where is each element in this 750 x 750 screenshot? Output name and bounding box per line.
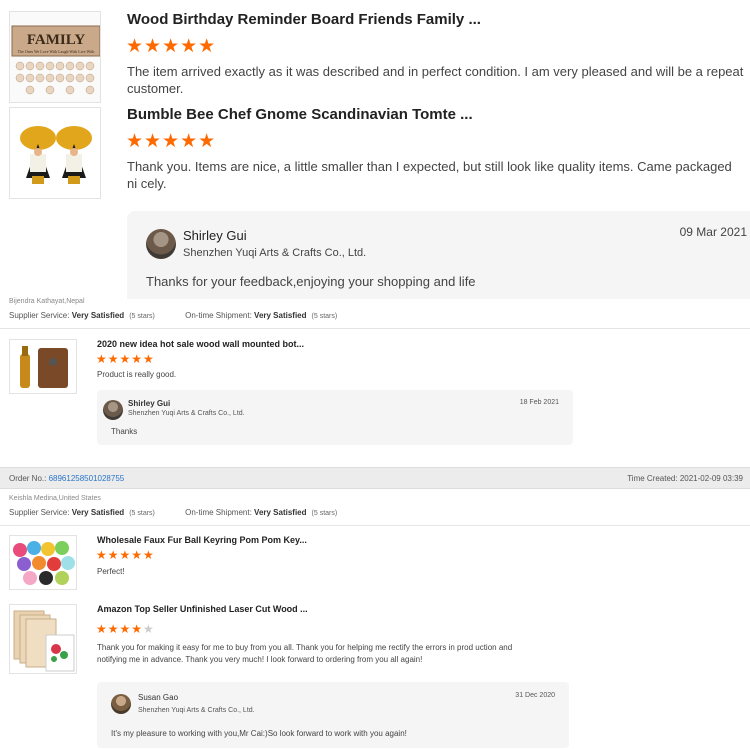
product-title[interactable]: Wholesale Faux Fur Ball Keyring Pom Pom …: [97, 535, 307, 545]
reply-company: Shenzhen Yuqi Arts & Crafts Co., Ltd.: [128, 410, 245, 417]
divider: [0, 525, 750, 526]
supplier-service-label: Supplier Service:: [9, 508, 70, 517]
review-text: Perfect!: [97, 567, 125, 576]
order-number-label: Order No.:: [9, 474, 47, 483]
order-number-link[interactable]: 68961258501028755: [49, 474, 125, 483]
supplier-reply: Shirley Gui Shenzhen Yuqi Arts & Crafts …: [127, 211, 750, 299]
product-thumbnail-bottle-opener[interactable]: [9, 339, 77, 394]
reply-date: 18 Feb 2021: [519, 399, 559, 406]
review-text: Thank you for making it easy for me to b…: [97, 643, 513, 664]
star-rating: ★★★★★: [126, 131, 217, 152]
supplier-service-value: Very Satisfied: [71, 311, 125, 320]
reply-author: Shirley Gui: [128, 399, 171, 408]
star-rating-empty: ★: [143, 622, 154, 636]
order-number: Order No.: 68961258501028755: [9, 474, 124, 483]
avatar: [103, 400, 123, 420]
star-rating: ★★★★★: [96, 548, 155, 562]
star-rating: ★★★★★: [96, 622, 154, 636]
supplier-service-label: Supplier Service:: [9, 311, 70, 320]
shipment-value: Very Satisfied: [254, 311, 307, 320]
shipment-label: On-time Shipment:: [185, 508, 252, 517]
product-title[interactable]: Bumble Bee Chef Gnome Scandinavian Tomte…: [127, 106, 473, 123]
family-board-image: FAMILY The Ones We Love With Laugh With …: [11, 25, 100, 95]
reply-company: Shenzhen Yuqi Arts & Crafts Co., Ltd.: [138, 707, 255, 714]
reply-company: Shenzhen Yuqi Arts & Crafts Co., Ltd.: [183, 247, 367, 259]
gnome-image: [10, 108, 100, 198]
pom-pom-image: [10, 536, 76, 589]
service-ratings: Supplier Service: Very Satisfied (5 stars…: [9, 311, 337, 320]
reply-text: Thanks: [111, 427, 138, 436]
supplier-service-stars: (5 stars): [129, 313, 155, 320]
reply-date: 09 Mar 2021: [679, 225, 747, 239]
star-rating: ★★★★★: [126, 36, 217, 57]
shipment-value: Very Satisfied: [254, 508, 307, 517]
zoomed-review-section: FAMILY The Ones We Love With Laugh With …: [0, 0, 750, 300]
avatar: [111, 694, 131, 714]
reply-author: Shirley Gui: [183, 228, 247, 243]
reply-text: It's my pleasure to working with you,Mr …: [111, 729, 407, 738]
review-text: The item arrived exactly as it was descr…: [127, 64, 744, 96]
supplier-reply: Shirley Gui Shenzhen Yuqi Arts & Crafts …: [97, 390, 573, 445]
reply-date: 31 Dec 2020: [515, 692, 555, 699]
time-created-value: 2021-02-09 03:39: [679, 474, 743, 483]
buyer-name: Keishla Medina,United States: [9, 495, 101, 502]
product-thumbnail-gnome[interactable]: [9, 107, 101, 199]
time-created-label: Time Created:: [627, 474, 678, 483]
product-thumbnail-pom-pom[interactable]: [9, 535, 77, 590]
shipment-label: On-time Shipment:: [185, 311, 252, 320]
supplier-service-stars: (5 stars): [129, 510, 155, 517]
buyer-name: Bijendra Kathayat,Nepal: [9, 298, 85, 305]
avatar: [146, 229, 176, 259]
review-text: Product is really good.: [97, 370, 177, 379]
supplier-reply: Susan Gao Shenzhen Yuqi Arts & Crafts Co…: [97, 682, 569, 748]
reply-author: Susan Gao: [138, 693, 179, 702]
shipment-stars: (5 stars): [311, 510, 338, 517]
star-rating-filled: ★★★★: [96, 622, 144, 636]
product-thumbnail-family-board[interactable]: FAMILY The Ones We Love With Laugh With …: [9, 11, 101, 103]
star-rating: ★★★★★: [96, 352, 155, 366]
reply-text: Thanks for your feedback,enjoying your s…: [146, 274, 476, 289]
service-ratings: Supplier Service: Very Satisfied (5 stars…: [9, 508, 337, 517]
divider: [0, 328, 750, 329]
product-title[interactable]: Wood Birthday Reminder Board Friends Fam…: [127, 11, 481, 28]
order-header: Order No.: 68961258501028755 Time Create…: [0, 467, 750, 489]
bottle-opener-image: [10, 340, 76, 393]
family-sign-word: FAMILY: [27, 32, 86, 48]
product-title[interactable]: 2020 new idea hot sale wood wall mounted…: [97, 339, 304, 349]
review-text: Thank you. Items are nice, a little smal…: [127, 159, 732, 191]
shipment-stars: (5 stars): [311, 313, 338, 320]
product-thumbnail-wood-cards[interactable]: [9, 604, 77, 674]
time-created: Time Created: 2021-02-09 03:39: [627, 474, 743, 483]
wood-cards-image: [10, 605, 76, 673]
family-sign-tagline: The Ones We Love With Laugh With Live Wi…: [18, 49, 95, 54]
supplier-service-value: Very Satisfied: [71, 508, 125, 517]
product-title[interactable]: Amazon Top Seller Unfinished Laser Cut W…: [97, 604, 308, 614]
